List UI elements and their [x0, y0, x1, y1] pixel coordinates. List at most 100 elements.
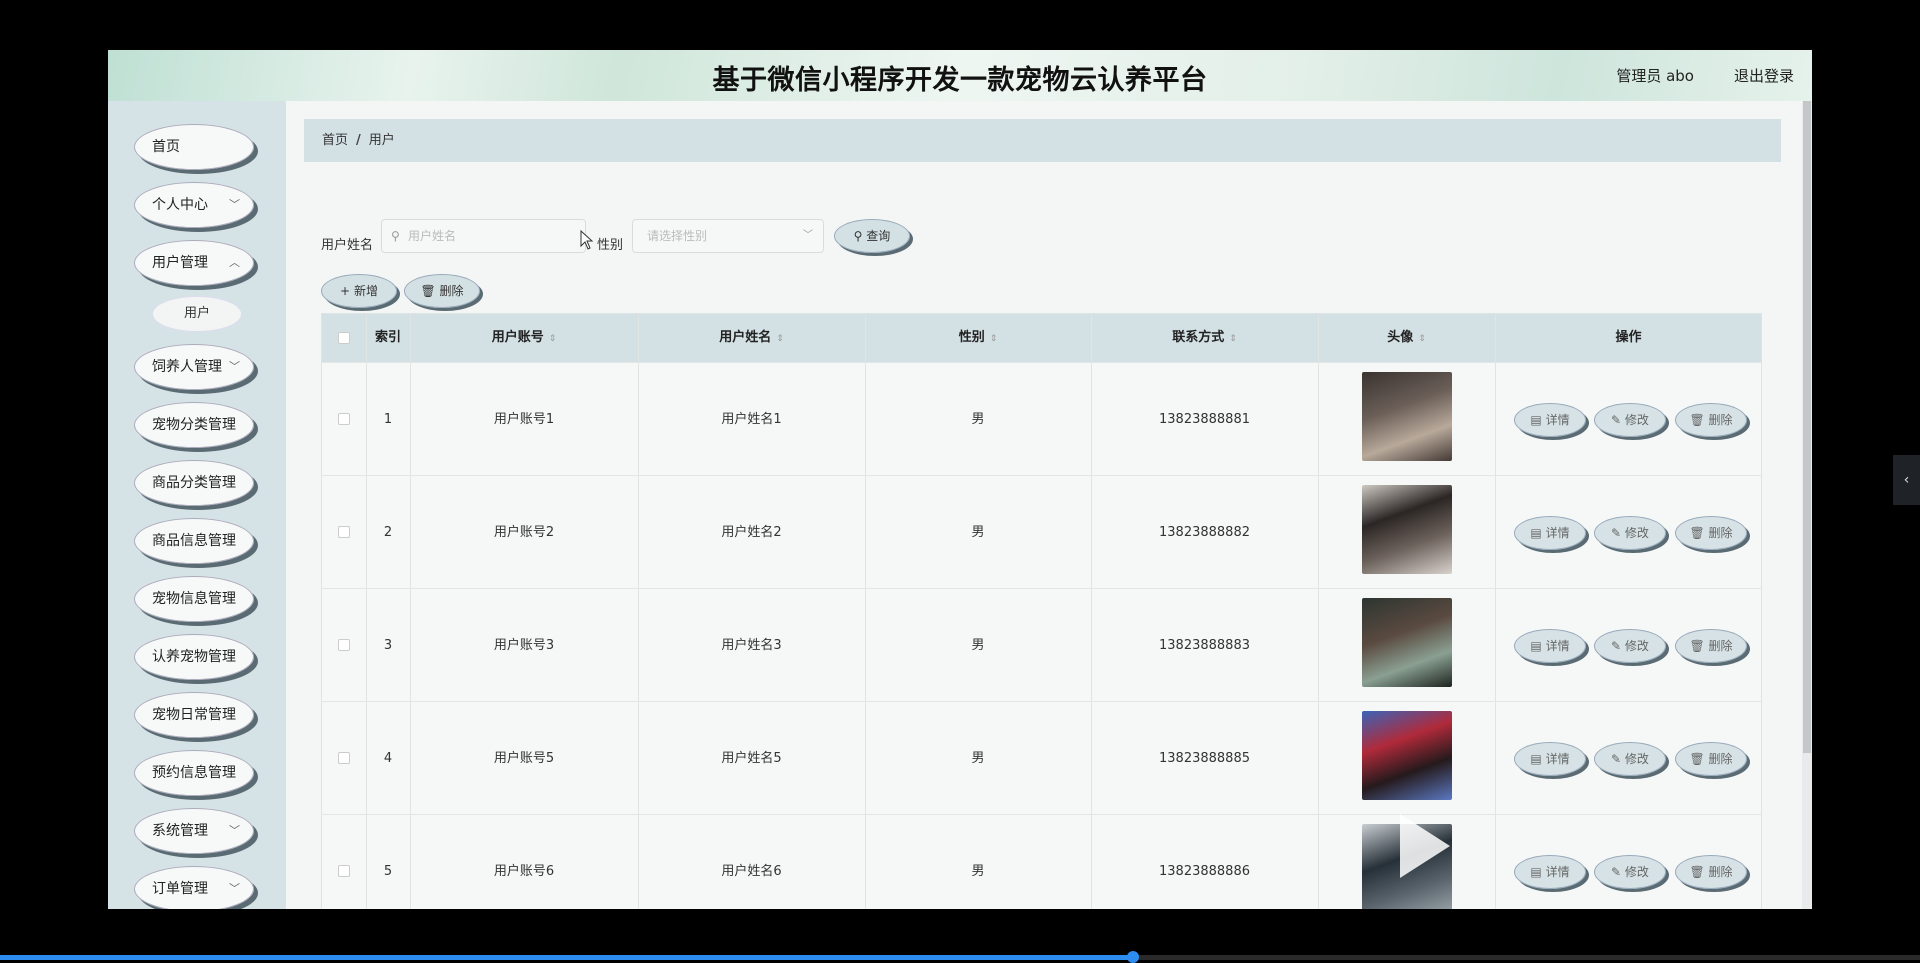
detail-button[interactable]: ▤ 详情	[1514, 629, 1586, 663]
detail-button-label: 详情	[1545, 413, 1570, 427]
batch-delete-button-label: 删除	[439, 284, 464, 298]
cell-index: 3	[383, 638, 393, 653]
delete-button[interactable]: 🗑 删除	[1675, 855, 1747, 889]
batch-delete-button[interactable]: 🗑 删除	[404, 274, 480, 308]
chevron-down-icon: ﹀	[229, 360, 240, 373]
table-row: 1 用户账号1 用户姓名1 男 13823888881 ▤ 详情 ✎ 修改 🗑 删除	[322, 362, 1761, 475]
row-checkbox[interactable]	[338, 865, 350, 877]
avatar[interactable]	[1362, 598, 1452, 687]
admin-app: 基于微信小程序开发一款宠物云认养平台 管理员 abo 退出登录 首页 个人中心 ﹀…	[108, 50, 1812, 909]
sidebar-item-label: 宠物日常管理	[152, 707, 236, 723]
detail-button-label: 详情	[1545, 526, 1570, 540]
col-avatar[interactable]: 头像 ⇕	[1318, 314, 1495, 362]
edit-button-label: 修改	[1624, 752, 1649, 766]
sidebar-item-label: 商品信息管理	[152, 533, 236, 549]
pencil-icon: ✎	[1611, 865, 1625, 879]
delete-button[interactable]: 🗑 删除	[1675, 629, 1747, 663]
col-phone[interactable]: 联系方式 ⇕	[1091, 314, 1318, 362]
row-checkbox[interactable]	[338, 639, 350, 651]
video-progress-fill	[0, 955, 1133, 960]
edit-button[interactable]: ✎ 修改	[1594, 516, 1666, 550]
delete-button-label: 删除	[1708, 413, 1733, 427]
sidebar-item-breeder-management[interactable]: 饲养人管理 ﹀	[134, 344, 254, 390]
breadcrumb-home[interactable]: 首页	[322, 133, 348, 148]
sidebar-item-profile[interactable]: 个人中心 ﹀	[134, 182, 254, 228]
delete-button[interactable]: 🗑 删除	[1675, 742, 1747, 776]
cell-index: 5	[383, 864, 393, 879]
detail-button[interactable]: ▤ 详情	[1514, 516, 1586, 550]
col-account[interactable]: 用户账号 ⇕	[410, 314, 638, 362]
cell-phone: 13823888886	[1159, 864, 1250, 879]
col-phone-label: 联系方式	[1172, 330, 1225, 345]
add-button[interactable]: + 新增	[321, 274, 397, 308]
sidebar-item-pet-category[interactable]: 宠物分类管理	[134, 402, 254, 448]
detail-button[interactable]: ▤ 详情	[1514, 855, 1586, 889]
edit-button[interactable]: ✎ 修改	[1594, 742, 1666, 776]
sort-icon: ⇕	[548, 334, 557, 344]
main-content: 首页 / 用户 用户姓名 ⚲ 用户姓名 性别 请选择性别 ﹀ ⚲ 查询 + 新增 🗑…	[286, 101, 1812, 909]
cell-gender: 男	[971, 864, 985, 879]
chevron-down-icon: ﹀	[229, 882, 240, 895]
cell-account: 用户账号3	[493, 638, 555, 653]
col-gender[interactable]: 性别 ⇕	[865, 314, 1091, 362]
play-icon[interactable]	[1392, 808, 1456, 884]
detail-button-label: 详情	[1545, 752, 1570, 766]
video-progress-handle[interactable]	[1126, 951, 1139, 963]
sort-icon: ⇕	[1229, 334, 1237, 344]
trash-icon: 🗑	[1689, 413, 1709, 427]
table-row: 4 用户账号5 用户姓名5 男 13823888885 ▤ 详情 ✎ 修改 🗑 删除	[322, 701, 1761, 814]
video-progress-bar[interactable]	[0, 951, 1920, 963]
avatar[interactable]	[1362, 485, 1452, 574]
table-row: 3 用户账号3 用户姓名3 男 13823888883 ▤ 详情 ✎ 修改 🗑 删除	[322, 588, 1761, 701]
user-table: 索引 用户账号 ⇕ 用户姓名 ⇕ 性别 ⇕ 联系方式 ⇕ 头像 ⇕ 操作 1 用户账号1 用户…	[321, 313, 1762, 909]
breadcrumb-separator: /	[356, 133, 361, 148]
delete-button[interactable]: 🗑 删除	[1675, 516, 1747, 550]
cell-phone: 13823888885	[1159, 751, 1250, 766]
chevron-left-icon[interactable]: ‹	[1893, 455, 1920, 505]
edit-button[interactable]: ✎ 修改	[1594, 629, 1666, 663]
sidebar-item-orders[interactable]: 订单管理 ﹀	[134, 866, 254, 909]
query-button-label: 查询	[866, 229, 891, 243]
logout-link[interactable]: 退出登录	[1734, 65, 1794, 86]
sidebar-item-label: 系统管理	[152, 823, 208, 839]
row-checkbox[interactable]	[338, 526, 350, 538]
table-row: 5 用户账号6 用户姓名6 男 13823888886 ▤ 详情 ✎ 修改 🗑 删除	[322, 814, 1761, 909]
select-all-checkbox[interactable]	[338, 332, 350, 344]
detail-button[interactable]: ▤ 详情	[1514, 403, 1586, 437]
col-name[interactable]: 用户姓名 ⇕	[638, 314, 865, 362]
avatar[interactable]	[1362, 372, 1452, 461]
sidebar-item-system[interactable]: 系统管理 ﹀	[134, 808, 254, 854]
name-search-input[interactable]: ⚲ 用户姓名	[381, 219, 586, 253]
sidebar: 首页 个人中心 ﹀ 用户管理 ︿ 用户 饲养人管理 ﹀ 宠物分类管理 商品分类管理 商…	[108, 101, 286, 909]
delete-button-label: 删除	[1708, 865, 1733, 879]
sidebar-item-adopted-pets[interactable]: 认养宠物管理	[134, 634, 254, 680]
document-icon: ▤	[1530, 865, 1546, 879]
delete-button-label: 删除	[1708, 639, 1733, 653]
breadcrumb-current: 用户	[368, 133, 395, 148]
edit-button[interactable]: ✎ 修改	[1594, 403, 1666, 437]
sidebar-subitem-users[interactable]: 用户	[153, 297, 241, 331]
scrollbar-thumb[interactable]	[1803, 101, 1811, 753]
edit-button[interactable]: ✎ 修改	[1594, 855, 1666, 889]
name-search-placeholder: 用户姓名	[408, 229, 457, 243]
sidebar-item-user-management[interactable]: 用户管理 ︿	[134, 240, 254, 286]
gender-select[interactable]: 请选择性别 ﹀	[632, 219, 824, 253]
sidebar-item-pet-info[interactable]: 宠物信息管理	[134, 576, 254, 622]
table-header: 索引 用户账号 ⇕ 用户姓名 ⇕ 性别 ⇕ 联系方式 ⇕ 头像 ⇕ 操作	[322, 314, 1761, 362]
row-checkbox[interactable]	[338, 413, 350, 425]
delete-button[interactable]: 🗑 删除	[1675, 403, 1747, 437]
cell-index: 2	[383, 525, 393, 540]
chevron-down-icon: ﹀	[229, 824, 240, 837]
row-checkbox[interactable]	[338, 752, 350, 764]
cell-gender: 男	[971, 638, 985, 653]
page-scrollbar[interactable]	[1802, 101, 1812, 909]
cell-account: 用户账号2	[493, 525, 555, 540]
sidebar-item-pet-daily[interactable]: 宠物日常管理	[134, 692, 254, 738]
sidebar-item-product-category[interactable]: 商品分类管理	[134, 460, 254, 506]
detail-button[interactable]: ▤ 详情	[1514, 742, 1586, 776]
sidebar-item-appointments[interactable]: 预约信息管理	[134, 750, 254, 796]
sidebar-item-product-info[interactable]: 商品信息管理	[134, 518, 254, 564]
avatar[interactable]	[1362, 711, 1452, 800]
sidebar-item-home[interactable]: 首页	[134, 124, 254, 170]
query-button[interactable]: ⚲ 查询	[834, 219, 910, 253]
